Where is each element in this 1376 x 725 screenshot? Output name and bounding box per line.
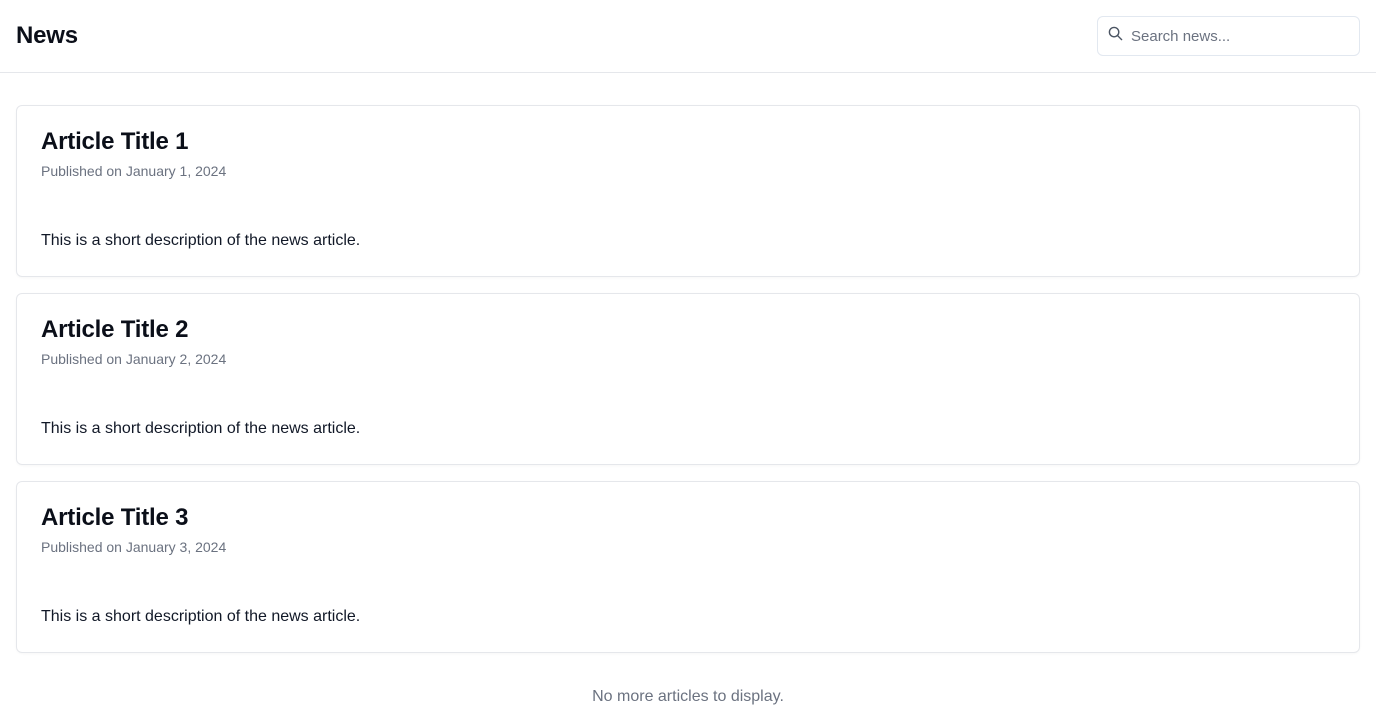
search-input[interactable] xyxy=(1131,27,1349,45)
end-of-list-message: No more articles to display. xyxy=(592,688,784,705)
article-date: Published on January 3, 2024 xyxy=(41,539,227,555)
article-title[interactable]: Article Title 1 xyxy=(41,128,1335,156)
search-box[interactable] xyxy=(1097,16,1360,56)
search-icon xyxy=(1108,26,1124,42)
article-description: This is a short description of the news … xyxy=(41,608,361,625)
app-header: News xyxy=(0,0,1376,73)
article-title[interactable]: Article Title 3 xyxy=(41,504,1335,532)
article-date: Published on January 2, 2024 xyxy=(41,351,227,367)
article-card[interactable]: Article Title 2 Published on January 2, … xyxy=(16,293,1360,465)
article-date: Published on January 1, 2024 xyxy=(41,163,227,179)
article-description: This is a short description of the news … xyxy=(41,232,361,249)
article-description: This is a short description of the news … xyxy=(41,420,361,437)
article-list: Article Title 1 Published on January 1, … xyxy=(0,73,1376,706)
page-title: News xyxy=(16,22,78,49)
article-card[interactable]: Article Title 3 Published on January 3, … xyxy=(16,481,1360,653)
article-card[interactable]: Article Title 1 Published on January 1, … xyxy=(16,105,1360,277)
article-title[interactable]: Article Title 2 xyxy=(41,316,1335,344)
